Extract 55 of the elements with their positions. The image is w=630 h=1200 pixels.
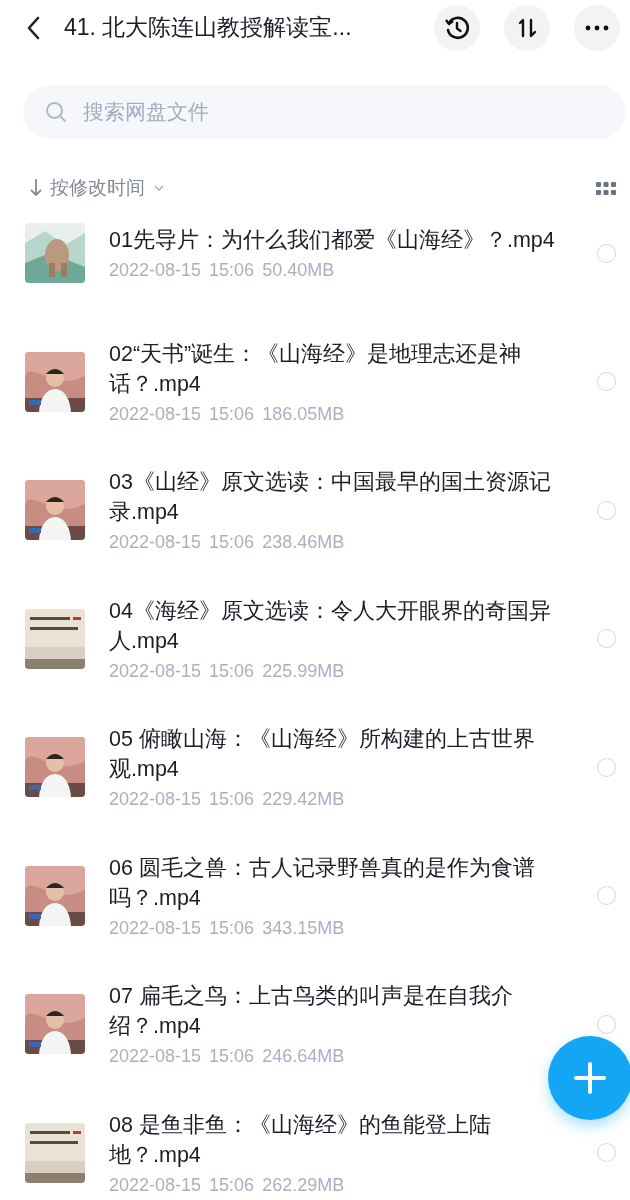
file-size: 186.05MB	[262, 402, 345, 425]
more-icon	[585, 24, 609, 31]
file-time: 15:06	[209, 259, 255, 282]
file-name[interactable]: 06 圆毛之兽：古人记录野兽真的是作为食谱吗？.mp4	[109, 852, 569, 913]
file-name[interactable]: 03《山经》原文选读：中国最早的国土资源记录.mp4	[109, 467, 569, 528]
file-date: 2022-08-15	[109, 788, 202, 811]
file-size: 50.40MB	[262, 259, 335, 282]
select-radio[interactable]	[597, 243, 616, 263]
file-name[interactable]: 07 扁毛之鸟：上古鸟类的叫声是在自我介绍？.mp4	[109, 981, 569, 1042]
history-button[interactable]	[434, 4, 480, 51]
file-size: 229.42MB	[262, 788, 345, 811]
select-radio[interactable]	[597, 1014, 616, 1034]
file-date: 2022-08-15	[109, 1045, 202, 1068]
sort-dropdown[interactable]: 按修改时间	[30, 173, 165, 203]
file-size: 238.46MB	[262, 531, 345, 554]
file-time: 15:06	[209, 531, 255, 554]
file-time: 15:06	[209, 916, 255, 939]
file-date: 2022-08-15	[109, 1173, 202, 1196]
select-radio[interactable]	[597, 372, 616, 392]
file-name[interactable]: 01先导片：为什么我们都爱《山海经》？.mp4	[109, 225, 569, 256]
file-name[interactable]: 05 俯瞰山海：《山海经》所构建的上古世界观.mp4	[109, 724, 569, 785]
file-time: 15:06	[209, 659, 255, 682]
file-size: 262.29MB	[262, 1173, 345, 1196]
file-date: 2022-08-15	[109, 916, 202, 939]
select-radio[interactable]	[597, 757, 616, 777]
file-date: 2022-08-15	[109, 259, 202, 282]
plus-icon	[572, 1060, 608, 1096]
file-time: 15:06	[209, 788, 255, 811]
file-time: 15:06	[209, 1173, 255, 1196]
down-arrow-icon	[30, 179, 42, 197]
add-button[interactable]	[548, 1036, 630, 1120]
file-size: 343.15MB	[262, 916, 345, 939]
file-name[interactable]: 08 是鱼非鱼：《山海经》的鱼能登上陆地？.mp4	[109, 1109, 569, 1170]
sort-button[interactable]	[504, 4, 550, 51]
file-size: 225.99MB	[262, 659, 345, 682]
grid-view-icon[interactable]	[596, 181, 616, 195]
history-icon	[444, 14, 470, 41]
select-radio[interactable]	[597, 886, 616, 906]
file-time: 15:06	[209, 1045, 255, 1068]
file-date: 2022-08-15	[109, 659, 202, 682]
file-name[interactable]: 02“天书”诞生：《山海经》是地理志还是神话？.mp4	[109, 338, 569, 399]
file-name[interactable]: 04《海经》原文选读：令人大开眼界的奇国异人.mp4	[109, 595, 569, 656]
back-icon[interactable]	[26, 15, 40, 40]
select-radio[interactable]	[597, 500, 616, 520]
select-radio[interactable]	[597, 1143, 616, 1163]
search-icon	[45, 101, 67, 123]
file-time: 15:06	[209, 402, 255, 425]
file-date: 2022-08-15	[109, 402, 202, 425]
file-date: 2022-08-15	[109, 531, 202, 554]
more-button[interactable]	[574, 4, 620, 51]
folder-title: 41. 北大陈连山教授解读宝...	[64, 13, 353, 43]
search-field[interactable]: 搜索网盘文件	[23, 85, 626, 139]
select-radio[interactable]	[597, 629, 616, 649]
file-size: 246.64MB	[262, 1045, 345, 1068]
caret-icon	[153, 184, 165, 192]
